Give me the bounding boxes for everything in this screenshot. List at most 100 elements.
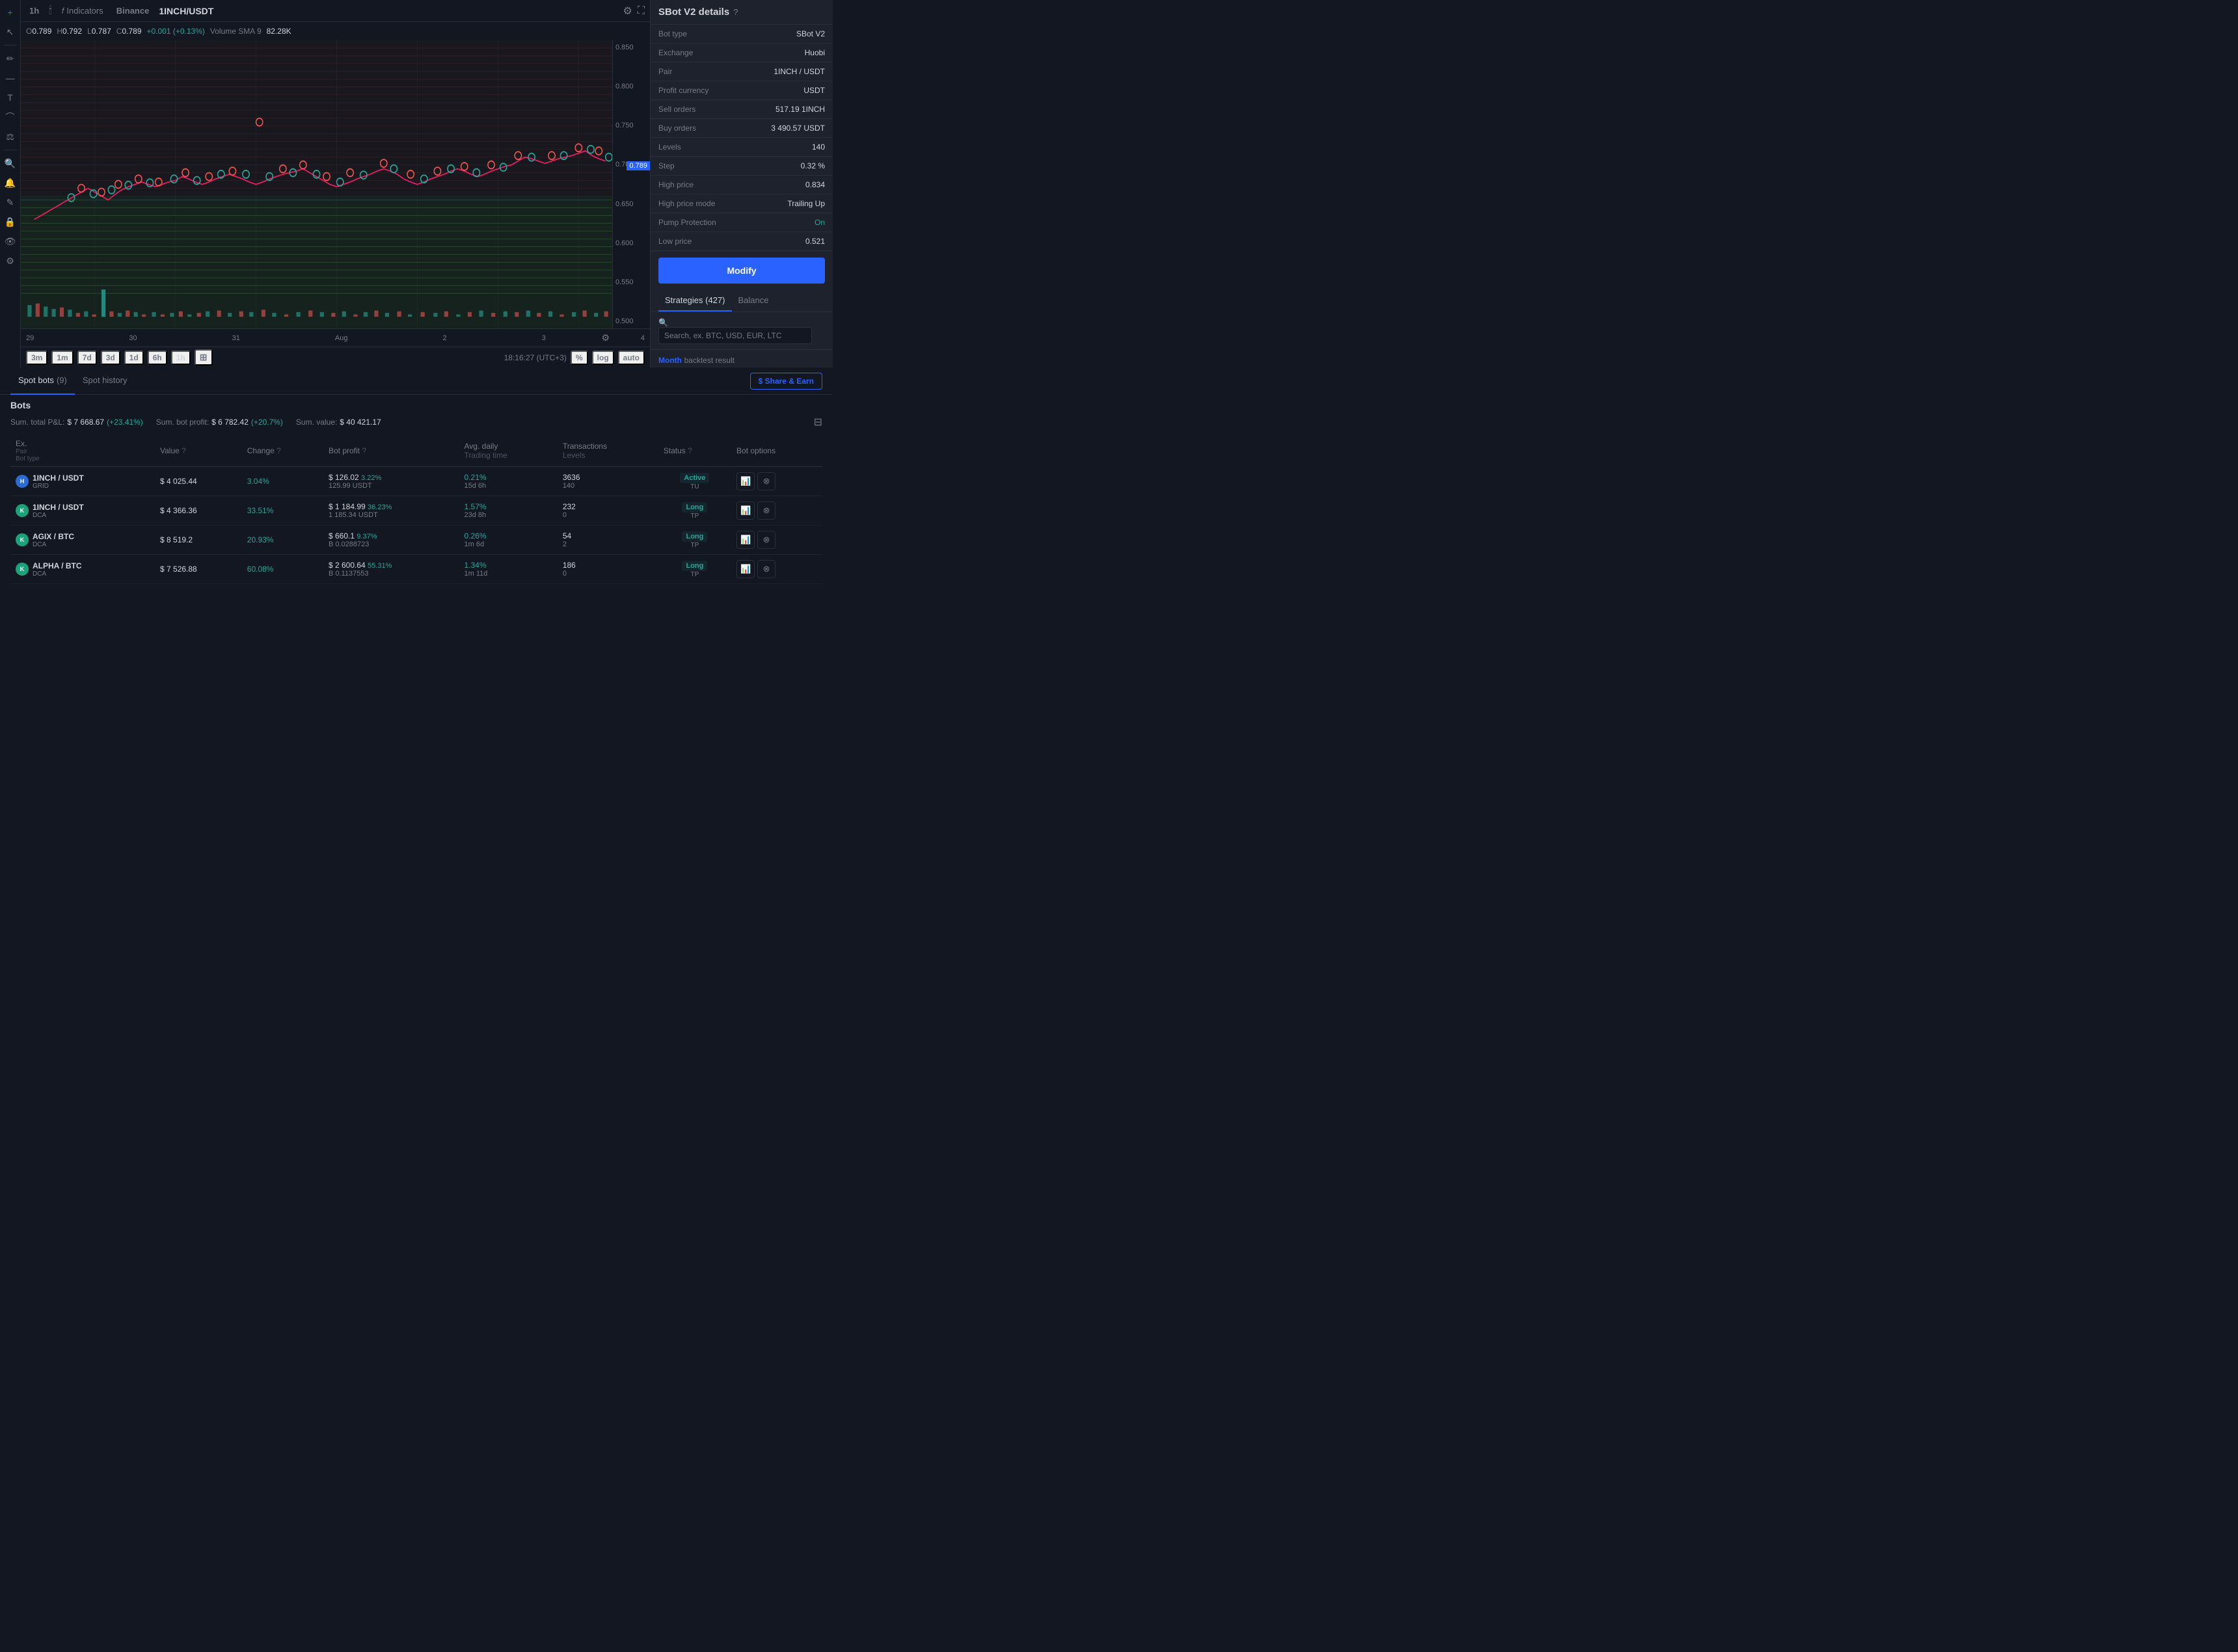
chart-header: 1h 🕯 𝑓 Indicators Binance 1INCH/USDT ⚙ ⛶: [21, 0, 650, 22]
col-avg-daily: Avg. dailyTrading time: [459, 435, 558, 467]
horizontal-line-tool[interactable]: —: [2, 70, 19, 87]
detail-low-price: Low price 0.521: [651, 232, 833, 251]
tab-balance[interactable]: Balance: [732, 290, 775, 312]
bots-table: Ex.PairBot type Value ? Change ? Bot pro…: [10, 435, 822, 584]
settings-icon[interactable]: ⚙: [623, 5, 632, 18]
price-level-550: 0.550: [615, 278, 647, 286]
pencil-tool[interactable]: ✏: [2, 50, 19, 67]
col-options: Bot options: [731, 435, 822, 467]
pair-cell-1: 1INCH / USDT DCA: [33, 503, 84, 519]
eye-tool[interactable]: 👁: [2, 233, 19, 250]
pair-label: 1INCH/USDT: [159, 6, 213, 16]
cell-value-2: $ 8 519.2: [155, 526, 242, 555]
bots-table-container: Ex.PairBot type Value ? Change ? Bot pro…: [10, 435, 822, 584]
help-icon[interactable]: ?: [733, 7, 738, 17]
bots-title: Bots: [10, 400, 822, 410]
magnet-tool[interactable]: 🔔: [2, 174, 19, 191]
chart-container: 1h 🕯 𝑓 Indicators Binance 1INCH/USDT ⚙ ⛶…: [21, 0, 651, 367]
strategy-search-input[interactable]: [658, 327, 812, 344]
compare-btn[interactable]: ⊞: [195, 349, 213, 366]
table-row: K 1INCH / USDT DCA $ 4 366.36 33.51% $ 1…: [10, 496, 822, 526]
zoom-6h[interactable]: 6h: [148, 351, 167, 365]
cell-profit-0: $ 126.02 3.22% 125.99 USDT: [323, 467, 459, 496]
tab-strategies[interactable]: Strategies (427): [658, 290, 732, 312]
settings-tool[interactable]: ⚙: [2, 252, 19, 269]
zoom-1h[interactable]: 1h: [171, 351, 191, 365]
stop-btn-2[interactable]: ⊗: [757, 531, 775, 549]
cell-options-3: 📊 ⊗: [731, 555, 822, 584]
cell-status-2: Long TP: [658, 526, 731, 555]
candle-type-btn[interactable]: 🕯: [49, 5, 52, 17]
stop-btn-0[interactable]: ⊗: [757, 472, 775, 490]
share-earn-button[interactable]: $ Share & Earn: [750, 373, 822, 390]
chart-btn-2[interactable]: 📊: [736, 531, 755, 549]
pair-cell-3: ALPHA / BTC DCA: [33, 561, 82, 578]
left-toolbar: + ↖ ✏ — T ⌒ ⚖ 🔍 🔔 ✎ 🔒 👁 ⚙: [0, 0, 21, 367]
cell-change-2: 20.93%: [242, 526, 323, 555]
strategies-tabs: Strategies (427) Balance: [651, 290, 833, 312]
zoom-in-tool[interactable]: 🔍: [2, 155, 19, 172]
cell-value-3: $ 7 526.88: [155, 555, 242, 584]
lock-tool[interactable]: 🔒: [2, 213, 19, 230]
cell-profit-3: $ 2 600.64 55.31% B 0.1137553: [323, 555, 459, 584]
zoom-3d[interactable]: 3d: [101, 351, 120, 365]
tab-spot-history[interactable]: Spot history: [75, 367, 135, 395]
fullscreen-icon[interactable]: ⛶: [638, 5, 645, 17]
modify-button[interactable]: Modify: [658, 258, 825, 284]
low-value: L0.787: [87, 27, 111, 36]
chart-btn-3[interactable]: 📊: [736, 560, 755, 578]
price-level-650: 0.650: [615, 200, 647, 208]
timeframe-1h[interactable]: 1h: [26, 5, 42, 17]
pct-btn[interactable]: %: [571, 351, 588, 365]
cell-options-1: 📊 ⊗: [731, 496, 822, 526]
cell-transactions-0: 3636 140: [558, 467, 658, 496]
filter-icon[interactable]: ⊟: [814, 416, 822, 429]
high-value: H0.792: [57, 27, 82, 36]
col-value: Value ?: [155, 435, 242, 467]
exchange-icon-3: K: [16, 563, 29, 576]
cursor-tool[interactable]: ↖: [2, 23, 19, 40]
time-labels: 29 30 31 Aug 2 3 4: [21, 334, 650, 342]
table-header-row: Ex.PairBot type Value ? Change ? Bot pro…: [10, 435, 822, 467]
tab-spot-bots[interactable]: Spot bots (9): [10, 367, 75, 395]
col-ex-pair: Ex.PairBot type: [10, 435, 155, 467]
indicators-btn[interactable]: 𝑓 Indicators: [59, 5, 107, 18]
text-tool[interactable]: T: [2, 89, 19, 106]
cell-profit-1: $ 1 184.99 36.23% 1 185.34 USDT: [323, 496, 459, 526]
cell-status-3: Long TP: [658, 555, 731, 584]
bottom-tabs: Spot bots (9) Spot history $ Share & Ear…: [0, 367, 833, 395]
log-btn[interactable]: log: [592, 351, 614, 365]
detail-pump-protection: Pump Protection On: [651, 213, 833, 232]
chart-canvas[interactable]: 0.850 0.800 0.750 0.700 0.650 0.600 0.55…: [21, 40, 650, 328]
chart-btn-1[interactable]: 📊: [736, 501, 755, 520]
crosshair-tool[interactable]: +: [2, 4, 19, 21]
pair-cell-0: 1INCH / USDT GRID: [33, 473, 84, 490]
auto-btn[interactable]: auto: [618, 351, 645, 365]
col-status: Status ?: [658, 435, 731, 467]
zoom-1d[interactable]: 1d: [124, 351, 144, 365]
chart-right-controls: % log auto: [571, 351, 645, 365]
zoom-7d[interactable]: 7d: [77, 351, 97, 365]
marker-tool[interactable]: ✎: [2, 194, 19, 211]
volume-value: 82.28K: [267, 27, 291, 36]
time-30: 30: [129, 334, 137, 342]
exchange-label: Binance: [113, 5, 153, 17]
sidebar-title: SBot V2 details: [658, 7, 729, 18]
zoom-3m[interactable]: 3m: [26, 351, 47, 365]
zoom-1m[interactable]: 1m: [51, 351, 73, 365]
measure-tool[interactable]: ⚖: [2, 128, 19, 145]
time-29: 29: [26, 334, 34, 342]
toolbar-divider: [4, 45, 17, 46]
price-scale: 0.850 0.800 0.750 0.700 0.650 0.600 0.55…: [612, 40, 650, 328]
price-level-750: 0.750: [615, 122, 647, 129]
time-axis-settings[interactable]: ⚙: [601, 332, 610, 343]
stop-btn-3[interactable]: ⊗: [757, 560, 775, 578]
search-icon: 🔍: [658, 318, 668, 327]
chart-btn-0[interactable]: 📊: [736, 472, 755, 490]
sidebar-header: SBot V2 details ?: [651, 0, 833, 25]
cell-profit-2: $ 660.1 9.37% B 0.0288723: [323, 526, 459, 555]
detail-exchange: Exchange Huobi: [651, 44, 833, 62]
path-tool[interactable]: ⌒: [2, 109, 19, 126]
cell-options-0: 📊 ⊗: [731, 467, 822, 496]
stop-btn-1[interactable]: ⊗: [757, 501, 775, 520]
